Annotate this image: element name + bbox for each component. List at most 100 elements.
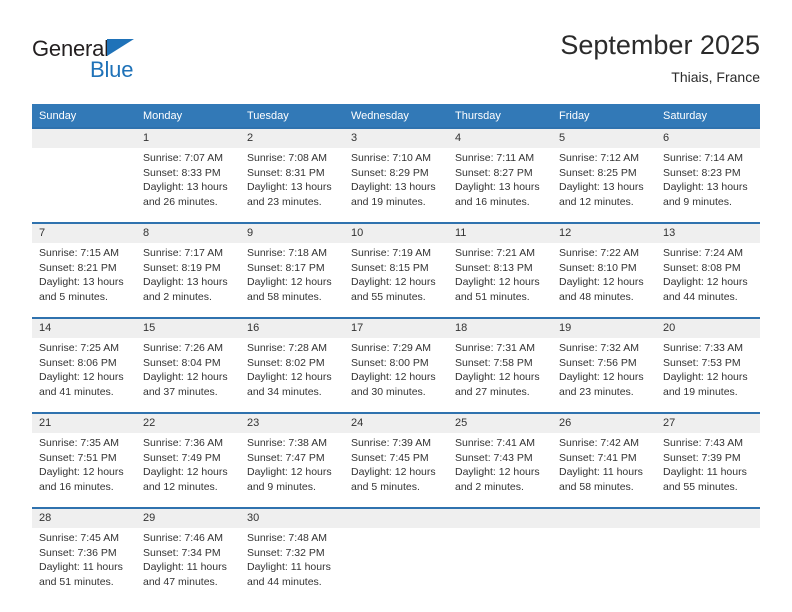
day-number: 5: [552, 129, 656, 148]
calendar-day-cell[interactable]: 15 Sunrise: 7:26 AM Sunset: 8:04 PM Dayligh…: [136, 317, 240, 413]
calendar-day-cell[interactable]: 28 Sunrise: 7:45 AM Sunset: 7:36 PM Dayligh…: [32, 507, 136, 602]
day-details: Sunrise: 7:42 AM Sunset: 7:41 PM Daylight:…: [552, 433, 656, 507]
daylight-text-cont: and 30 minutes.: [351, 385, 426, 398]
day-details: Sunrise: 7:45 AM Sunset: 7:36 PM Daylight:…: [32, 528, 136, 602]
sunrise-text: Sunrise: 7:17 AM: [143, 247, 223, 259]
day-number: 11: [448, 224, 552, 243]
daylight-text: Daylight: 11 hours: [663, 466, 747, 478]
day-number: 8: [136, 224, 240, 243]
sunrise-text: Sunrise: 7:38 AM: [247, 437, 327, 449]
calendar-day-cell[interactable]: 19 Sunrise: 7:32 AM Sunset: 7:56 PM Dayligh…: [552, 317, 656, 413]
daylight-text: Daylight: 12 hours: [663, 371, 748, 383]
day-details: [552, 528, 656, 602]
calendar-day-cell[interactable]: 21 Sunrise: 7:35 AM Sunset: 7:51 PM Dayligh…: [32, 412, 136, 508]
day-number: 28: [32, 509, 136, 528]
calendar-day-cell[interactable]: 20 Sunrise: 7:33 AM Sunset: 7:53 PM Dayligh…: [656, 317, 760, 413]
sunset-text: Sunset: 8:27 PM: [455, 166, 533, 179]
daylight-text-cont: and 23 minutes.: [247, 195, 322, 208]
day-number: 9: [240, 224, 344, 243]
daylight-text: Daylight: 12 hours: [455, 371, 540, 383]
day-details: Sunrise: 7:48 AM Sunset: 7:32 PM Daylight:…: [240, 528, 344, 602]
day-number: 13: [656, 224, 760, 243]
sunrise-text: Sunrise: 7:35 AM: [39, 437, 119, 449]
calendar-day-cell[interactable]: 12 Sunrise: 7:22 AM Sunset: 8:10 PM Dayligh…: [552, 222, 656, 318]
day-details: Sunrise: 7:28 AM Sunset: 8:02 PM Daylight:…: [240, 338, 344, 412]
daylight-text-cont: and 48 minutes.: [559, 290, 634, 303]
calendar-day-cell[interactable]: 30 Sunrise: 7:48 AM Sunset: 7:32 PM Dayligh…: [240, 507, 344, 602]
day-details: Sunrise: 7:10 AM Sunset: 8:29 PM Daylight:…: [344, 148, 448, 222]
page-header: General Blue September 2025 Thiais, Fran…: [32, 28, 760, 98]
daylight-text: Daylight: 12 hours: [351, 466, 436, 478]
calendar-day-cell[interactable]: 22 Sunrise: 7:36 AM Sunset: 7:49 PM Dayligh…: [136, 412, 240, 508]
daylight-text-cont: and 58 minutes.: [559, 480, 634, 493]
calendar-day-cell[interactable]: 17 Sunrise: 7:29 AM Sunset: 8:00 PM Dayligh…: [344, 317, 448, 413]
daylight-text: Daylight: 12 hours: [663, 276, 748, 288]
day-number: 16: [240, 319, 344, 338]
calendar-day-cell[interactable]: 2 Sunrise: 7:08 AM Sunset: 8:31 PM Daylight…: [240, 127, 344, 223]
day-number: [448, 509, 552, 528]
calendar-day-cell[interactable]: 9 Sunrise: 7:18 AM Sunset: 8:17 PM Daylight…: [240, 222, 344, 318]
sunrise-text: Sunrise: 7:18 AM: [247, 247, 327, 259]
sunset-text: Sunset: 8:02 PM: [247, 356, 325, 369]
calendar-day-cell[interactable]: 5 Sunrise: 7:12 AM Sunset: 8:25 PM Daylight…: [552, 127, 656, 223]
calendar-day-cell[interactable]: 24 Sunrise: 7:39 AM Sunset: 7:45 PM Dayligh…: [344, 412, 448, 508]
sunset-text: Sunset: 8:13 PM: [455, 261, 533, 274]
day-details: Sunrise: 7:32 AM Sunset: 7:56 PM Daylight:…: [552, 338, 656, 412]
calendar-day-cell[interactable]: 7 Sunrise: 7:15 AM Sunset: 8:21 PM Daylight…: [32, 222, 136, 318]
daylight-text-cont: and 37 minutes.: [143, 385, 218, 398]
calendar-day-cell[interactable]: 8 Sunrise: 7:17 AM Sunset: 8:19 PM Daylight…: [136, 222, 240, 318]
day-number: 3: [344, 129, 448, 148]
day-number: 20: [656, 319, 760, 338]
day-details: Sunrise: 7:22 AM Sunset: 8:10 PM Daylight:…: [552, 243, 656, 317]
day-details: Sunrise: 7:18 AM Sunset: 8:17 PM Daylight:…: [240, 243, 344, 317]
calendar-day-cell[interactable]: 4 Sunrise: 7:11 AM Sunset: 8:27 PM Daylight…: [448, 127, 552, 223]
calendar-day-cell[interactable]: 25 Sunrise: 7:41 AM Sunset: 7:43 PM Dayligh…: [448, 412, 552, 508]
calendar-day-cell[interactable]: 10 Sunrise: 7:19 AM Sunset: 8:15 PM Dayligh…: [344, 222, 448, 318]
calendar-day-cell[interactable]: 6 Sunrise: 7:14 AM Sunset: 8:23 PM Daylight…: [656, 127, 760, 223]
calendar-week-row: 7 Sunrise: 7:15 AM Sunset: 8:21 PM Daylight…: [32, 222, 760, 318]
daylight-text: Daylight: 13 hours: [143, 276, 228, 288]
calendar-day-cell[interactable]: 18 Sunrise: 7:31 AM Sunset: 7:58 PM Dayligh…: [448, 317, 552, 413]
daylight-text-cont: and 55 minutes.: [663, 480, 738, 493]
day-number: 15: [136, 319, 240, 338]
calendar-day-cell[interactable]: 13 Sunrise: 7:24 AM Sunset: 8:08 PM Dayligh…: [656, 222, 760, 318]
sunset-text: Sunset: 7:58 PM: [455, 356, 533, 369]
daylight-text: Daylight: 12 hours: [559, 371, 644, 383]
calendar-day-cell[interactable]: 11 Sunrise: 7:21 AM Sunset: 8:13 PM Dayligh…: [448, 222, 552, 318]
calendar-day-cell[interactable]: 26 Sunrise: 7:42 AM Sunset: 7:41 PM Dayligh…: [552, 412, 656, 508]
day-number: 14: [32, 319, 136, 338]
daylight-text: Daylight: 12 hours: [351, 276, 436, 288]
weekday-header-friday: Friday: [552, 104, 656, 128]
day-details: Sunrise: 7:19 AM Sunset: 8:15 PM Daylight:…: [344, 243, 448, 317]
sunrise-text: Sunrise: 7:29 AM: [351, 342, 431, 354]
daylight-text: Daylight: 12 hours: [455, 466, 540, 478]
day-details: Sunrise: 7:24 AM Sunset: 8:08 PM Daylight:…: [656, 243, 760, 317]
calendar-table: Sunday Monday Tuesday Wednesday Thursday Frid…: [32, 104, 760, 602]
sunset-text: Sunset: 7:41 PM: [559, 451, 637, 464]
calendar-day-cell[interactable]: 27 Sunrise: 7:43 AM Sunset: 7:39 PM Dayligh…: [656, 412, 760, 508]
day-details: Sunrise: 7:17 AM Sunset: 8:19 PM Daylight:…: [136, 243, 240, 317]
calendar-day-cell[interactable]: 3 Sunrise: 7:10 AM Sunset: 8:29 PM Daylight…: [344, 127, 448, 223]
calendar-day-cell[interactable]: 1 Sunrise: 7:07 AM Sunset: 8:33 PM Daylight…: [136, 127, 240, 223]
day-details: Sunrise: 7:11 AM Sunset: 8:27 PM Daylight:…: [448, 148, 552, 222]
daylight-text: Daylight: 12 hours: [455, 276, 540, 288]
sunset-text: Sunset: 7:36 PM: [39, 546, 117, 559]
calendar-day-cell[interactable]: 14 Sunrise: 7:25 AM Sunset: 8:06 PM Dayligh…: [32, 317, 136, 413]
day-number: 26: [552, 414, 656, 433]
sunset-text: Sunset: 7:47 PM: [247, 451, 325, 464]
sunset-text: Sunset: 7:51 PM: [39, 451, 117, 464]
day-details: Sunrise: 7:36 AM Sunset: 7:49 PM Daylight:…: [136, 433, 240, 507]
calendar-page: General Blue September 2025 Thiais, Fran…: [0, 0, 792, 612]
calendar-week-row: 28 Sunrise: 7:45 AM Sunset: 7:36 PM Dayligh…: [32, 507, 760, 602]
day-number: 21: [32, 414, 136, 433]
daylight-text: Daylight: 11 hours: [247, 561, 331, 573]
daylight-text-cont: and 12 minutes.: [143, 480, 218, 493]
daylight-text-cont: and 27 minutes.: [455, 385, 530, 398]
day-number: 19: [552, 319, 656, 338]
calendar-day-cell[interactable]: 16 Sunrise: 7:28 AM Sunset: 8:02 PM Dayligh…: [240, 317, 344, 413]
calendar-day-cell[interactable]: 23 Sunrise: 7:38 AM Sunset: 7:47 PM Dayligh…: [240, 412, 344, 508]
daylight-text: Daylight: 12 hours: [247, 371, 332, 383]
day-number: [552, 509, 656, 528]
calendar-day-cell[interactable]: 29 Sunrise: 7:46 AM Sunset: 7:34 PM Dayligh…: [136, 507, 240, 602]
daylight-text-cont: and 19 minutes.: [663, 385, 738, 398]
